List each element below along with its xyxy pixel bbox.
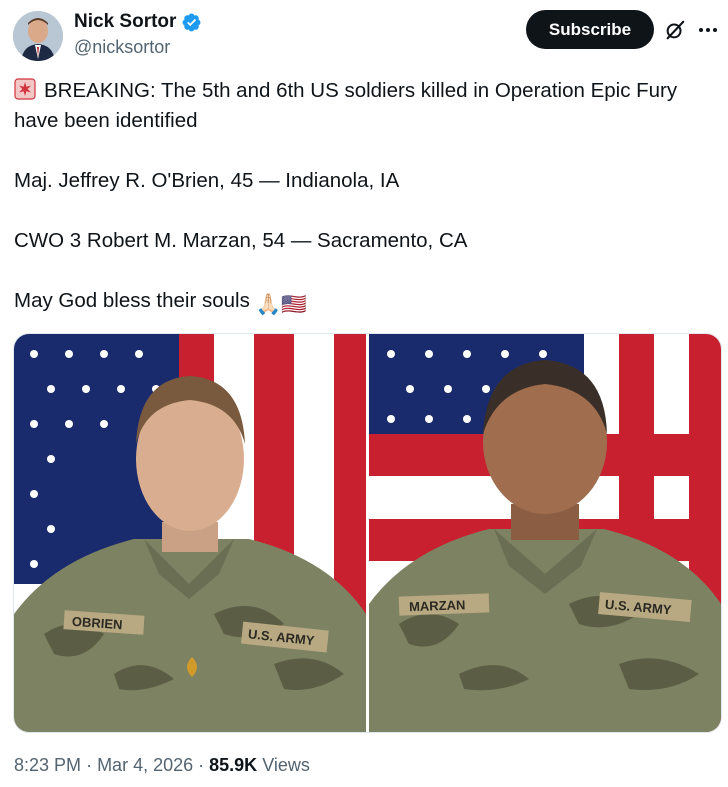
pray-and-us-flag-emoji-icon: 🙏🏻🇺🇸 <box>255 293 307 316</box>
soldier-portrait-right: MARZAN U.S. ARMY <box>369 334 721 732</box>
photo-left[interactable]: OBRIEN U.S. ARMY <box>14 334 366 732</box>
tweet-text: BREAKING: The 5th and 6th US soldiers ki… <box>14 76 714 320</box>
meta-separator: · <box>86 755 98 775</box>
tweet-line3-text: CWO 3 Robert M. Marzan, 54 — Sacramento,… <box>14 229 468 252</box>
tweet-line4: May God bless their souls 🙏🏻🇺🇸 <box>14 286 714 320</box>
tweet-line1-text: BREAKING: The 5th and 6th US soldiers ki… <box>14 79 678 132</box>
photo-right[interactable]: MARZAN U.S. ARMY <box>369 334 721 732</box>
siren-emoji-icon <box>14 78 36 100</box>
subscribe-button[interactable]: Subscribe <box>526 10 654 49</box>
author-handle[interactable]: @nicksortor <box>74 37 170 58</box>
tweet-line4-text: May God bless their souls <box>14 289 250 312</box>
tweet-line2-text: Maj. Jeffrey R. O'Brien, 45 — Indianola,… <box>14 169 400 192</box>
author-name-row: Nick Sortor <box>74 11 202 33</box>
author-avatar[interactable] <box>13 11 63 61</box>
views-count: 85.9K <box>209 755 258 775</box>
name-tape-right: MARZAN <box>409 597 466 614</box>
soldier-portrait-left: OBRIEN U.S. ARMY <box>14 334 366 732</box>
tweet-meta: 8:23 PM · Mar 4, 2026 · 85.9K Views <box>14 755 310 776</box>
tweet-date[interactable]: Mar 4, 2026 <box>97 755 193 775</box>
grok-slash-icon[interactable] <box>664 19 686 41</box>
views-label: Views <box>262 755 310 775</box>
meta-separator: · <box>198 755 210 775</box>
author-name[interactable]: Nick Sortor <box>74 11 176 33</box>
tweet-media[interactable]: OBRIEN U.S. ARMY MARZAN U.S. ARMY <box>13 333 722 733</box>
avatar-image <box>13 11 63 61</box>
more-dots-icon[interactable] <box>696 20 720 40</box>
tweet-time[interactable]: 8:23 PM <box>14 755 81 775</box>
tweet-line-breaking: BREAKING: The 5th and 6th US soldiers ki… <box>14 76 714 136</box>
verified-badge-icon <box>182 13 201 31</box>
